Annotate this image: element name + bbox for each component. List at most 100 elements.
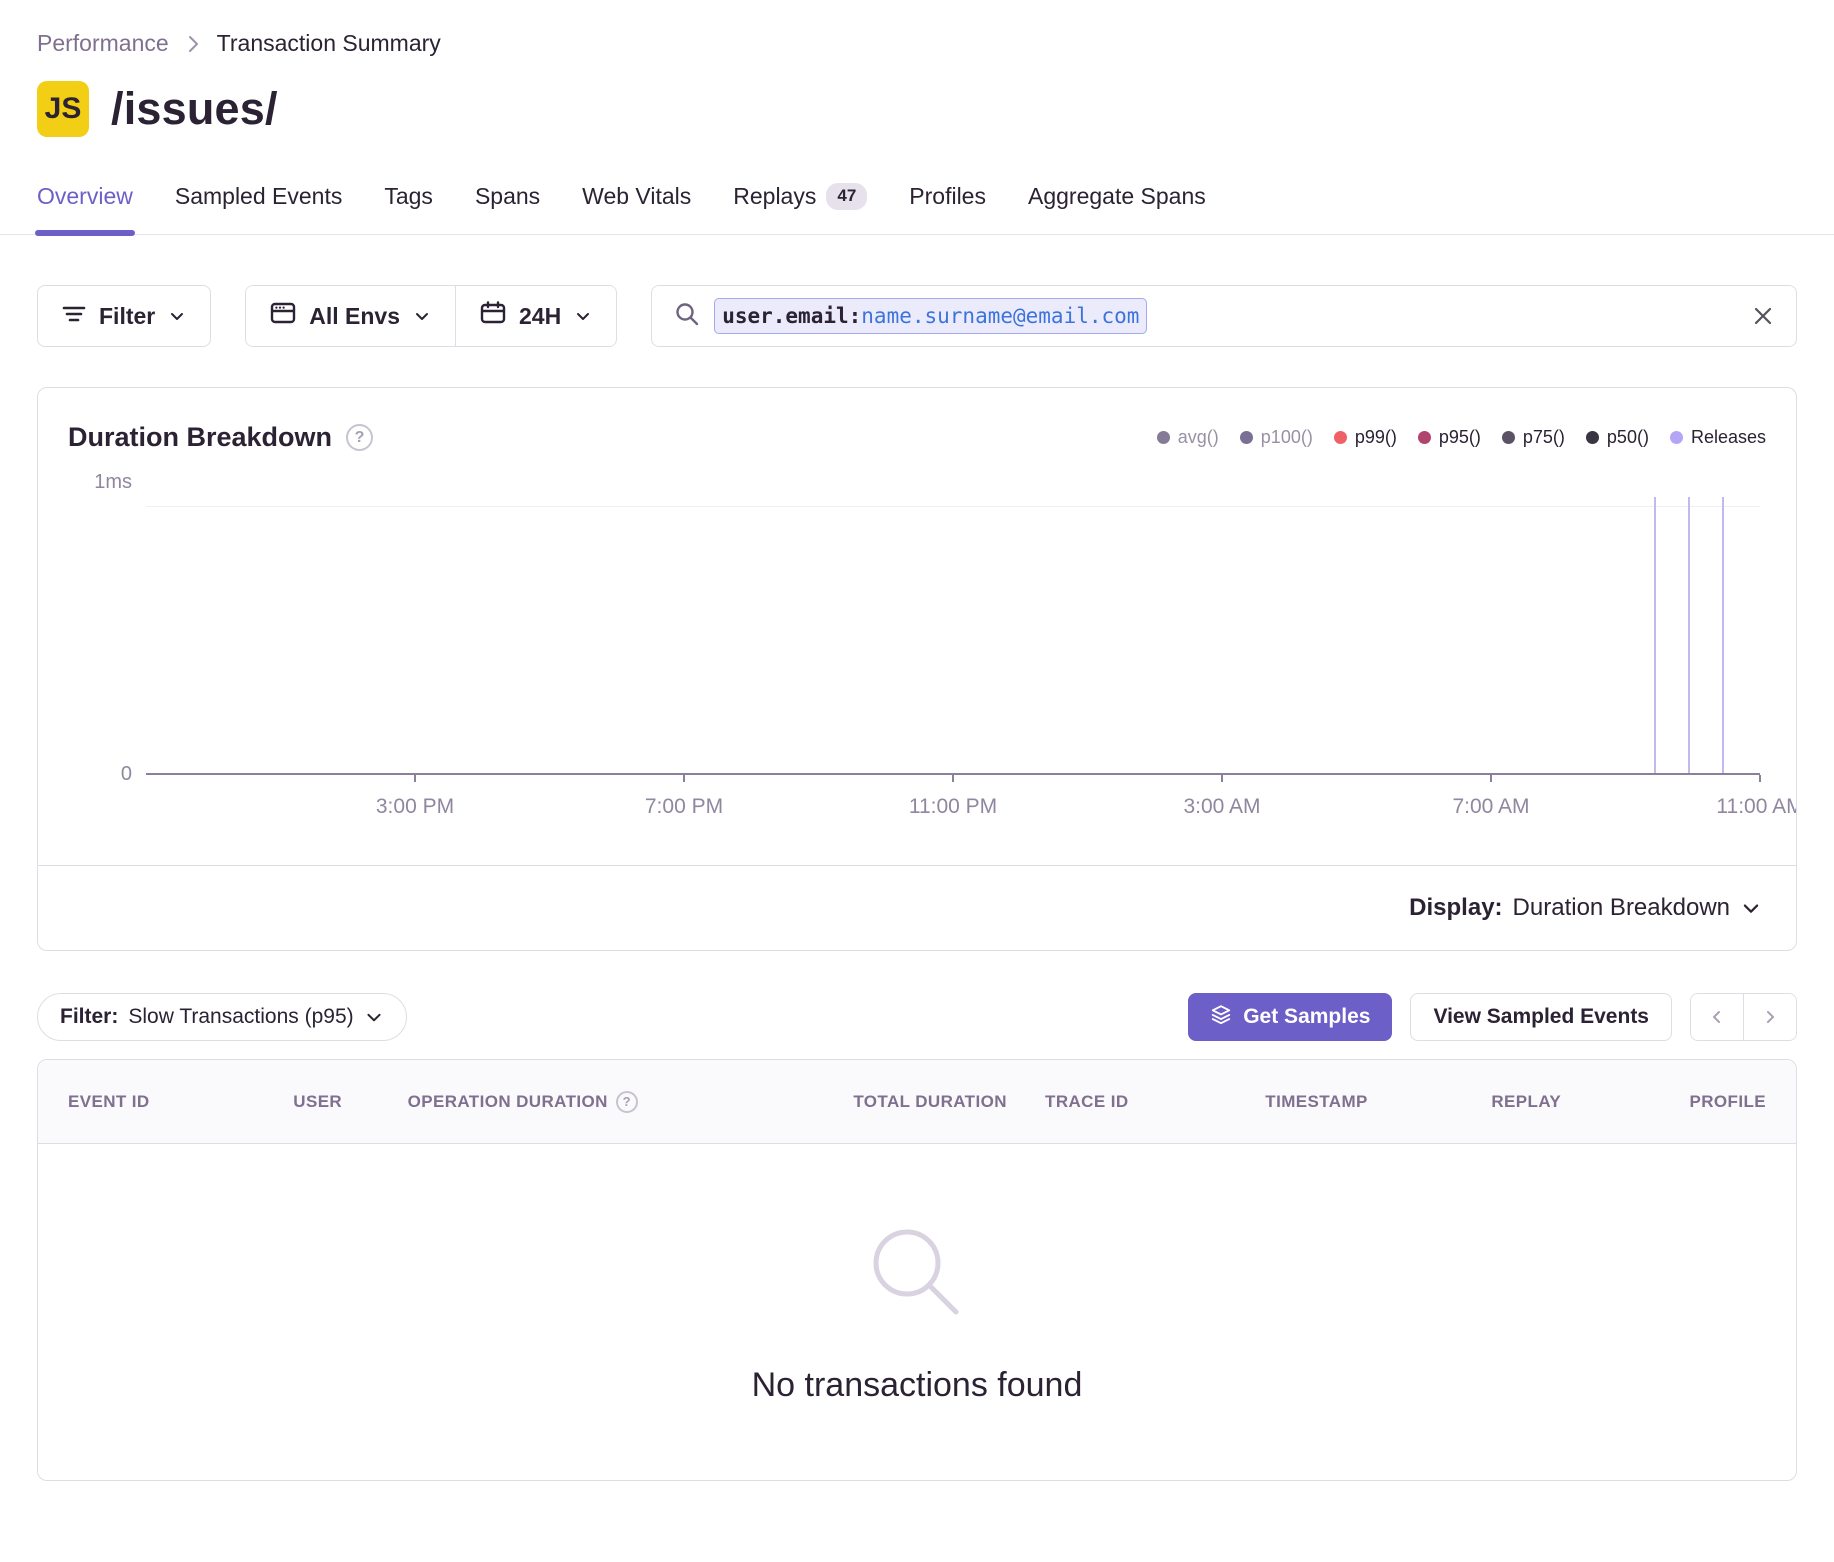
column-header-trace-id: TRACE ID [1007,1092,1167,1112]
breadcrumb: Performance Transaction Summary [0,30,1834,57]
filter-toolbar: Filter All Envs 24H [0,285,1834,347]
legend-dot [1418,431,1431,444]
legend-item-p50[interactable]: p50() [1586,427,1649,448]
tab-count-badge: 47 [826,183,867,209]
next-page-button[interactable] [1744,994,1796,1040]
column-header-label: OPERATION DURATION [408,1092,608,1112]
display-selector[interactable]: Display: Duration Breakdown [38,866,1796,950]
tab-web-vitals[interactable]: Web Vitals [582,183,691,234]
column-header-user: USER [228,1092,408,1112]
get-samples-label: Get Samples [1243,1005,1370,1029]
column-header-label: REPLAY [1491,1092,1561,1112]
y-axis-max-label: 1ms [94,471,132,494]
x-axis-tick [1490,775,1492,782]
tab-overview[interactable]: Overview [37,183,133,234]
chart-title: Duration Breakdown [68,422,332,453]
display-label: Display: [1409,894,1502,922]
release-marker-line[interactable] [1722,497,1724,773]
legend-label: p50() [1607,427,1649,448]
filter-icon [62,303,86,330]
chart-help-icon[interactable]: ? [346,424,373,451]
get-samples-button[interactable]: Get Samples [1188,993,1392,1041]
samples-bar: Filter: Slow Transactions (p95) Get Samp… [0,993,1834,1041]
column-header-label: TIMESTAMP [1265,1092,1367,1112]
environment-selector-label: All Envs [309,303,400,330]
filter-button[interactable]: Filter [37,285,211,347]
x-axis-label: 7:00 PM [645,795,723,819]
window-icon [270,301,296,331]
tab-replays[interactable]: Replays 47 [733,183,867,234]
empty-state-text: No transactions found [752,1366,1083,1405]
platform-js-badge: JS [37,81,89,137]
x-axis-label: 7:00 AM [1452,795,1529,819]
legend-item-p75[interactable]: p75() [1502,427,1565,448]
column-header-operation-duration: OPERATION DURATION? [408,1091,738,1113]
column-header-label: PROFILE [1690,1092,1766,1112]
clear-search-icon[interactable] [1752,305,1774,327]
column-header-label: EVENT ID [68,1092,150,1112]
view-sampled-events-button[interactable]: View Sampled Events [1410,993,1672,1041]
y-axis-min-label: 0 [121,763,132,786]
x-axis-label: 3:00 PM [376,795,454,819]
x-axis-labels: 3:00 PM7:00 PM11:00 PM3:00 AM7:00 AM11:0… [146,783,1760,833]
legend-item-p95[interactable]: p95() [1418,427,1481,448]
search-input[interactable]: user.email:name.surname@email.com [651,285,1797,347]
column-help-icon[interactable]: ? [616,1091,638,1113]
chart-legend: avg() p100() p99() p95() p75() p50() Releases [1157,427,1766,448]
legend-label: p95() [1439,427,1481,448]
tab-sampled-events[interactable]: Sampled Events [175,183,342,234]
breadcrumb-performance[interactable]: Performance [37,30,169,57]
x-axis-tick [1759,775,1761,782]
view-sampled-events-label: View Sampled Events [1433,1005,1649,1029]
environment-selector[interactable]: All Envs [246,286,455,346]
legend-dot [1586,431,1599,444]
chevron-down-icon [168,307,186,325]
legend-item-avg[interactable]: avg() [1157,427,1219,448]
chevron-down-icon [413,307,431,325]
previous-page-button[interactable] [1691,994,1743,1040]
tab-spans[interactable]: Spans [475,183,540,234]
release-marker-line[interactable] [1654,497,1656,773]
legend-dot [1157,431,1170,444]
transactions-filter-label: Filter: [60,1005,118,1029]
x-axis-tick [414,775,416,782]
column-header-total-duration: TOTAL DURATION [737,1092,1007,1112]
tab-label: Replays [733,183,816,210]
tab-label: Tags [384,183,433,210]
time-range-selector[interactable]: 24H [456,286,616,346]
tab-label: Web Vitals [582,183,691,210]
chevron-down-icon [1740,897,1762,919]
search-token-value: name.surname@email.com [861,304,1139,328]
x-axis-tick [952,775,954,782]
transactions-filter-value: Slow Transactions (p95) [128,1005,353,1029]
legend-dot [1670,431,1683,444]
legend-label: Releases [1691,427,1766,448]
tab-label: Sampled Events [175,183,342,210]
legend-item-p99[interactable]: p99() [1334,427,1397,448]
layers-icon [1210,1003,1232,1031]
pagination [1690,993,1797,1041]
tab-profiles[interactable]: Profiles [909,183,986,234]
tab-label: Overview [37,183,133,210]
search-icon [674,301,700,332]
search-token[interactable]: user.email:name.surname@email.com [714,298,1147,334]
tab-aggregate-spans[interactable]: Aggregate Spans [1028,183,1206,234]
column-header-timestamp: TIMESTAMP [1167,1092,1467,1112]
transactions-table: EVENT IDUSEROPERATION DURATION?TOTAL DUR… [37,1059,1797,1481]
transactions-filter-dropdown[interactable]: Filter: Slow Transactions (p95) [37,993,407,1041]
legend-dot [1502,431,1515,444]
legend-item-releases[interactable]: Releases [1670,427,1766,448]
column-header-label: TRACE ID [1045,1092,1128,1112]
table-empty-state: No transactions found [38,1144,1796,1480]
release-marker-line[interactable] [1688,497,1690,773]
legend-label: p75() [1523,427,1565,448]
breadcrumb-transaction-summary: Transaction Summary [217,30,441,57]
x-axis-label: 11:00 AM [1716,795,1797,819]
column-header-replay: REPLAY [1466,1092,1586,1112]
legend-item-p100[interactable]: p100() [1240,427,1313,448]
tab-tags[interactable]: Tags [384,183,433,234]
legend-label: p99() [1355,427,1397,448]
env-time-button-group: All Envs 24H [245,285,617,347]
chevron-down-icon [364,1007,384,1027]
legend-dot [1240,431,1253,444]
